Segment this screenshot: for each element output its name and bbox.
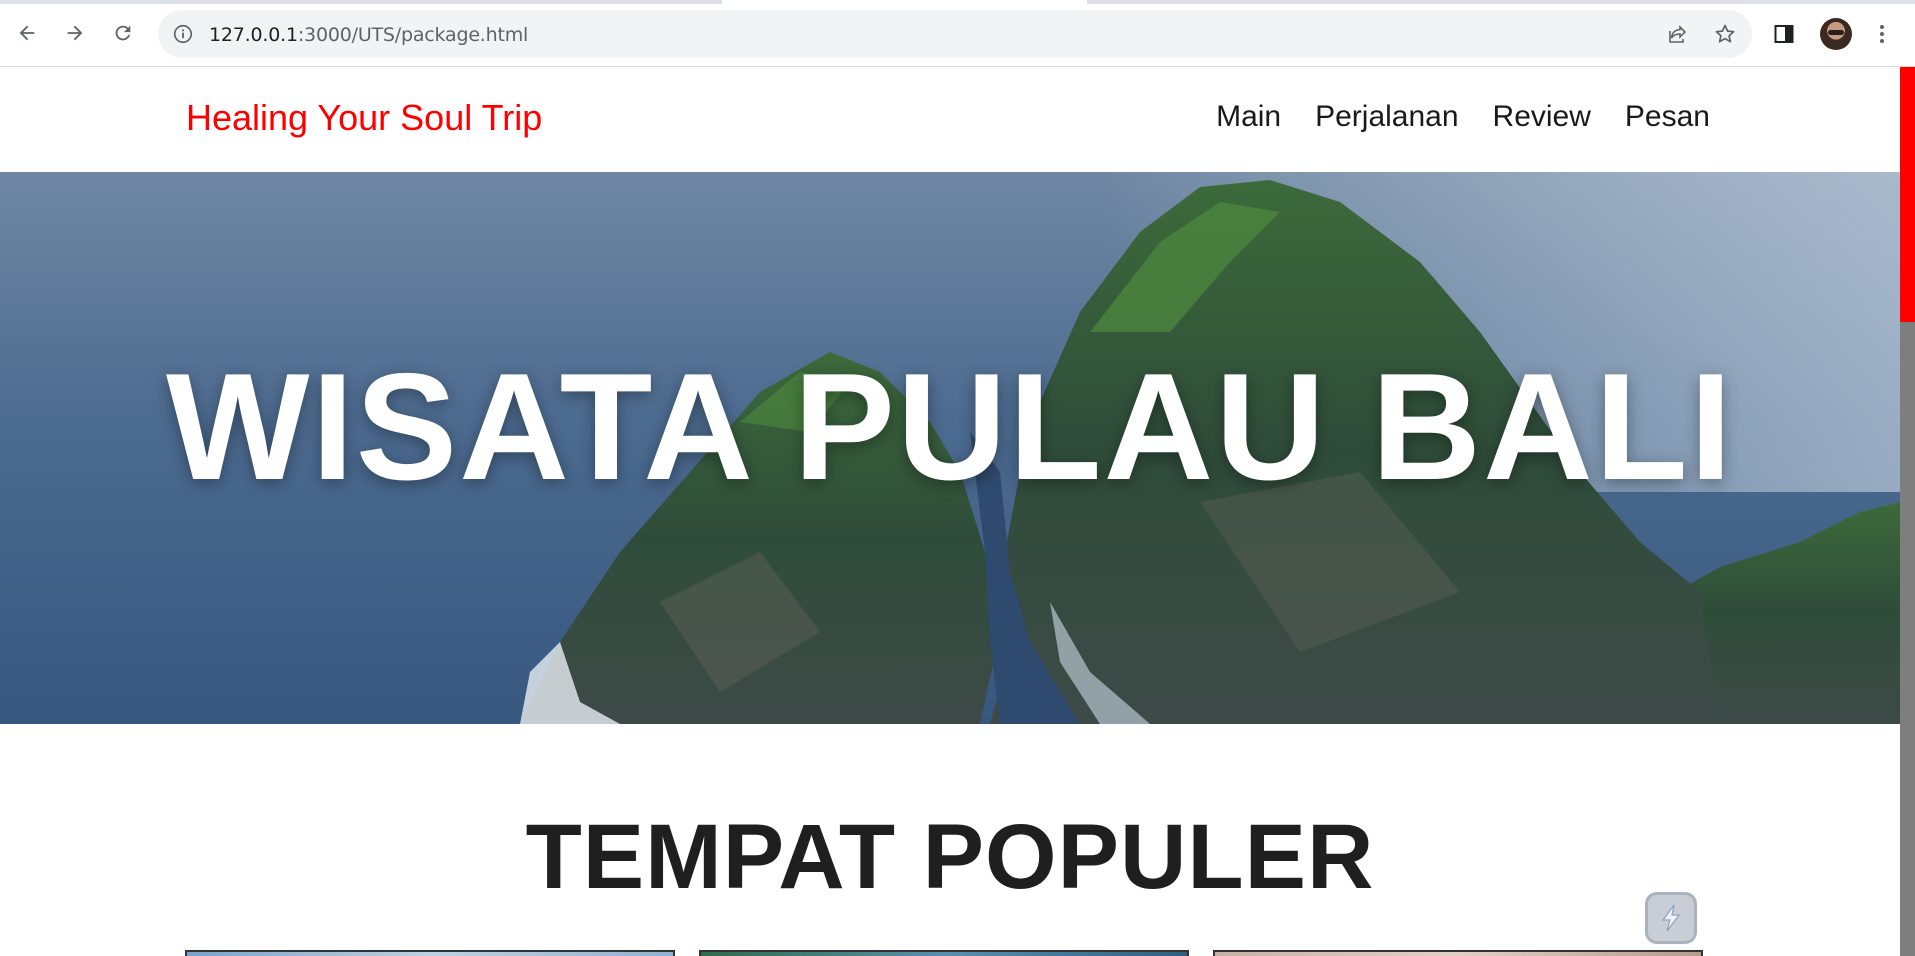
menu-icon[interactable] bbox=[1870, 22, 1894, 46]
tab-strip-edge bbox=[0, 0, 1915, 4]
hero-banner: WISATA PULAU BALI bbox=[0, 172, 1900, 724]
nav-review[interactable]: Review bbox=[1493, 100, 1591, 134]
star-icon[interactable] bbox=[1713, 22, 1737, 46]
nav-pesan[interactable]: Pesan bbox=[1625, 100, 1710, 134]
lightning-icon bbox=[1661, 904, 1681, 932]
site-header: Healing Your Soul Trip Main Perjalanan R… bbox=[0, 67, 1900, 172]
nav-perjalanan[interactable]: Perjalanan bbox=[1315, 100, 1458, 134]
scrollbar-thumb[interactable] bbox=[1900, 67, 1915, 322]
avatar[interactable] bbox=[1820, 18, 1852, 50]
url-host: 127.0.0.1 bbox=[209, 24, 298, 46]
share-icon[interactable] bbox=[1666, 22, 1690, 46]
site-nav: Main Perjalanan Review Pesan bbox=[1216, 100, 1710, 134]
hero-title: WISATA PULAU BALI bbox=[166, 342, 1734, 512]
page-viewport: Healing Your Soul Trip Main Perjalanan R… bbox=[0, 67, 1900, 956]
forward-button[interactable] bbox=[60, 18, 90, 48]
back-icon bbox=[19, 25, 35, 41]
url-text[interactable]: 127.0.0.1:3000/UTS/package.html bbox=[209, 24, 528, 46]
place-card[interactable] bbox=[699, 950, 1189, 956]
place-card-image bbox=[187, 952, 673, 956]
place-card[interactable] bbox=[185, 950, 675, 956]
info-icon[interactable] bbox=[172, 23, 194, 45]
floating-helper-button[interactable] bbox=[1645, 892, 1697, 944]
browser-toolbar: 127.0.0.1:3000/UTS/package.html bbox=[0, 0, 1915, 67]
side-panel-icon[interactable] bbox=[1772, 22, 1796, 46]
reload-icon bbox=[115, 25, 131, 41]
nav-main[interactable]: Main bbox=[1216, 100, 1281, 134]
url-path: :3000/UTS/package.html bbox=[297, 24, 529, 46]
place-card-image bbox=[701, 952, 1187, 956]
place-card-image bbox=[1215, 952, 1701, 956]
back-button[interactable] bbox=[12, 18, 42, 48]
section-title: TEMPAT POPULER bbox=[525, 806, 1375, 908]
address-bar[interactable]: 127.0.0.1:3000/UTS/package.html bbox=[158, 10, 1752, 58]
forward-icon bbox=[67, 25, 83, 41]
reload-button[interactable] bbox=[108, 18, 138, 48]
site-brand[interactable]: Healing Your Soul Trip bbox=[186, 97, 542, 139]
page-scrollbar[interactable] bbox=[1900, 67, 1915, 956]
place-card[interactable] bbox=[1213, 950, 1703, 956]
